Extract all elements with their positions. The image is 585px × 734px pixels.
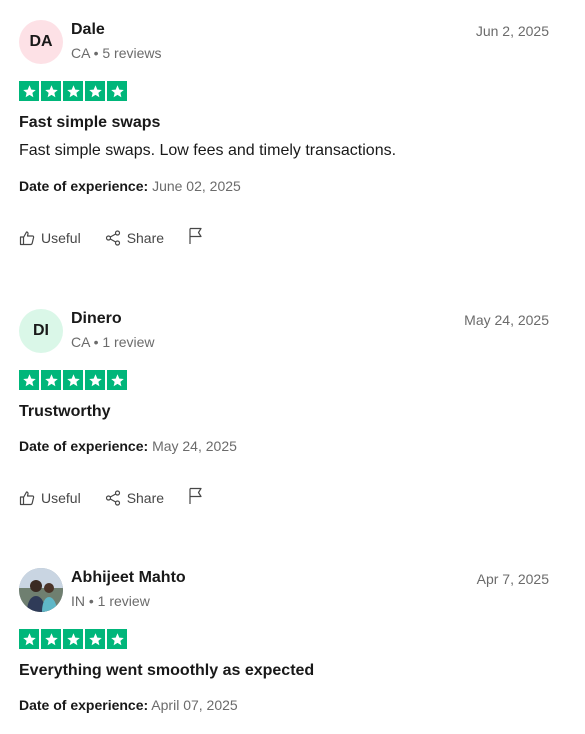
star-icon xyxy=(41,629,61,649)
review-title[interactable]: Trustworthy xyxy=(19,403,549,421)
experience-date: June 02, 2025 xyxy=(152,178,241,194)
reviewer-meta: IN • 1 review xyxy=(71,593,150,609)
reviewer-name[interactable]: Dinero xyxy=(71,310,122,328)
review-header: DA Dale CA • 5 reviews Jun 2, 2025 xyxy=(19,20,549,68)
date-of-experience: Date of experience: June 02, 2025 xyxy=(19,178,549,194)
avatar-photo xyxy=(19,568,63,612)
date-of-experience: Date of experience: May 24, 2025 xyxy=(19,438,549,454)
review-date: May 24, 2025 xyxy=(464,312,549,328)
star-icon xyxy=(85,370,105,390)
report-flag-button[interactable] xyxy=(188,227,204,248)
star-icon xyxy=(107,81,127,101)
avatar[interactable]: DI xyxy=(19,309,63,353)
share-icon xyxy=(105,229,120,246)
review-title[interactable]: Everything went smoothly as expected xyxy=(19,662,549,680)
report-flag-button[interactable] xyxy=(188,487,204,508)
reviewer-meta: CA • 1 review xyxy=(71,334,155,350)
star-icon xyxy=(19,81,39,101)
star-icon xyxy=(41,81,61,101)
thumbs-up-icon xyxy=(19,230,35,245)
experience-date: April 07, 2025 xyxy=(151,697,238,713)
useful-button[interactable]: Useful xyxy=(19,230,81,246)
avatar[interactable] xyxy=(19,568,63,612)
experience-label: Date of experience: xyxy=(19,438,149,454)
star-icon xyxy=(107,629,127,649)
star-rating xyxy=(19,81,549,101)
review-card: DA Dale CA • 5 reviews Jun 2, 2025 Fast … xyxy=(19,20,549,248)
review-actions: Useful Share xyxy=(19,227,549,248)
reviewer-name[interactable]: Dale xyxy=(71,21,105,39)
date-of-experience: Date of experience: April 07, 2025 xyxy=(19,697,549,713)
review-header: Abhijeet Mahto IN • 1 review Apr 7, 2025 xyxy=(19,568,549,616)
star-icon xyxy=(19,370,39,390)
share-icon xyxy=(105,489,120,506)
thumbs-up-icon xyxy=(19,490,35,505)
review-date: Apr 7, 2025 xyxy=(476,571,549,587)
review-title[interactable]: Fast simple swaps xyxy=(19,114,549,132)
useful-button[interactable]: Useful xyxy=(19,490,81,506)
reviewer-meta: CA • 5 reviews xyxy=(71,45,162,61)
star-icon xyxy=(19,629,39,649)
flag-icon xyxy=(189,227,202,244)
star-icon xyxy=(63,629,83,649)
share-button[interactable]: Share xyxy=(105,230,164,246)
star-icon xyxy=(85,81,105,101)
share-button[interactable]: Share xyxy=(105,490,164,506)
star-icon xyxy=(41,370,61,390)
review-header: DI Dinero CA • 1 review May 24, 2025 xyxy=(19,309,549,357)
star-icon xyxy=(107,370,127,390)
review-date: Jun 2, 2025 xyxy=(475,23,549,39)
star-rating xyxy=(19,629,549,649)
review-actions: Useful Share xyxy=(19,487,549,508)
useful-label: Useful xyxy=(41,489,81,506)
share-label: Share xyxy=(126,229,165,246)
reviewer-name[interactable]: Abhijeet Mahto xyxy=(71,569,186,587)
star-rating xyxy=(19,370,549,390)
review-body: Fast simple swaps. Low fees and timely t… xyxy=(19,142,397,159)
useful-label: Useful xyxy=(41,229,81,246)
star-icon xyxy=(63,370,83,390)
star-icon xyxy=(63,81,83,101)
share-label: Share xyxy=(126,489,165,506)
review-card: DI Dinero CA • 1 review May 24, 2025 Tru… xyxy=(19,309,549,508)
avatar[interactable]: DA xyxy=(19,20,63,64)
experience-label: Date of experience: xyxy=(19,178,149,194)
experience-date: May 24, 2025 xyxy=(152,438,237,454)
review-card: Abhijeet Mahto IN • 1 review Apr 7, 2025… xyxy=(19,568,549,713)
experience-label: Date of experience: xyxy=(19,697,149,713)
star-icon xyxy=(85,629,105,649)
flag-icon xyxy=(189,487,202,504)
